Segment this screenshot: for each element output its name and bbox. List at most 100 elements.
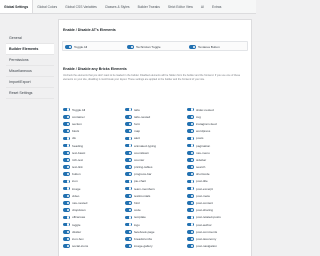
element-toggle-item[interactable]: form [125, 120, 187, 127]
element-toggle-item[interactable]: post-content [187, 199, 249, 206]
toggle-switch[interactable] [187, 122, 194, 126]
tab-classes-styles[interactable]: Classes & Styles [101, 0, 134, 13]
toggle-switch[interactable] [63, 194, 70, 198]
toggle-switch[interactable] [63, 208, 70, 213]
element-toggle-item[interactable]: svg [187, 113, 249, 120]
element-toggle-item[interactable]: video [63, 192, 125, 199]
tab-ai[interactable]: AI [197, 0, 208, 13]
toggle-switch[interactable] [63, 129, 70, 133]
toggle-switch[interactable] [63, 143, 70, 148]
element-toggle-item[interactable]: post-navigation [187, 243, 249, 250]
toggle-switch[interactable] [63, 201, 70, 205]
element-toggle-item[interactable]: dropdown [63, 207, 125, 214]
toggle-switch[interactable] [125, 201, 132, 205]
toggle-switch[interactable] [125, 129, 132, 133]
element-toggle-item[interactable]: toggle [63, 221, 125, 228]
toggle-switch[interactable] [187, 172, 194, 177]
sidebar-item-builder-elements[interactable]: Builder Elements [6, 44, 54, 55]
element-toggle-item[interactable]: instagram-feed [187, 120, 249, 127]
sidebar-item-permissions[interactable]: Permissions [6, 55, 54, 66]
toggle-switch[interactable] [63, 222, 70, 227]
element-toggle-item[interactable]: team-members [125, 185, 187, 192]
toggle-switch[interactable] [63, 165, 70, 169]
tab-strict-editor-view[interactable]: Strict Editor View [164, 0, 197, 13]
toggle-switch[interactable] [125, 172, 132, 177]
element-toggle-item[interactable]: post-meta [187, 192, 249, 199]
element-toggle-item[interactable]: pricing-tables [125, 164, 187, 171]
toggle-switch[interactable] [187, 114, 194, 119]
element-toggle-item[interactable]: post-related-posts [187, 214, 249, 221]
element-toggle-item[interactable]: section [63, 120, 125, 127]
toggle-switch[interactable] [187, 237, 194, 241]
tab-extras[interactable]: Extras [208, 0, 225, 13]
element-toggle-item[interactable]: map [125, 128, 187, 135]
element-toggle-item[interactable]: alert [125, 135, 187, 142]
toggle-switch[interactable] [187, 136, 194, 141]
toggle-item[interactable]: Toggle All [65, 42, 87, 52]
element-toggle-item[interactable]: container [63, 113, 125, 120]
tab-global-colors[interactable]: Global Colors [33, 0, 61, 13]
toggle-switch[interactable] [63, 186, 70, 191]
element-toggle-item[interactable]: post-excerpt [187, 185, 249, 192]
toggle-switch[interactable] [125, 194, 132, 198]
element-toggle-item[interactable]: divider [63, 228, 125, 235]
tab-global-css-variables[interactable]: Global CSS Variables [61, 0, 101, 13]
toggle-switch[interactable] [187, 129, 194, 133]
toggle-switch[interactable] [187, 222, 194, 227]
toggle-switch[interactable] [187, 158, 194, 162]
element-toggle-item[interactable]: pie-chart [125, 178, 187, 185]
element-toggle-item[interactable]: progress-bar [125, 171, 187, 178]
toggle-switch[interactable] [187, 215, 194, 220]
element-toggle-item[interactable]: image-gallery [125, 243, 187, 250]
element-toggle-item[interactable]: offcanvas [63, 214, 125, 221]
element-toggle-item[interactable]: sidebar [187, 156, 249, 163]
toggle-switch[interactable] [125, 244, 132, 248]
element-toggle-item[interactable]: testimonials [125, 192, 187, 199]
element-toggle-item[interactable]: nav-nested [63, 199, 125, 206]
toggle-switch[interactable] [125, 237, 132, 241]
toggle-switch[interactable] [189, 45, 196, 49]
element-toggle-item[interactable]: button [63, 171, 125, 178]
element-toggle-item[interactable]: icon-box [63, 235, 125, 242]
toggle-switch[interactable] [125, 208, 132, 213]
element-toggle-item[interactable]: shortcode [187, 171, 249, 178]
toggle-switch[interactable] [125, 222, 132, 227]
toggle-switch[interactable] [125, 229, 132, 234]
sidebar-item-general[interactable]: General [6, 33, 54, 44]
element-toggle-item[interactable]: post-author [187, 221, 249, 228]
toggle-switch[interactable] [187, 194, 194, 198]
element-toggle-item[interactable]: icon [63, 178, 125, 185]
element-toggle-item[interactable]: post-title [187, 178, 249, 185]
element-toggle-item[interactable]: block [63, 128, 125, 135]
toggle-switch[interactable] [63, 107, 70, 112]
element-toggle-item[interactable]: countdown [125, 149, 187, 156]
sidebar-item-miscellaneous[interactable]: Miscellaneous [6, 66, 54, 77]
element-toggle-item[interactable]: Toggle All [63, 106, 125, 113]
element-toggle-item[interactable]: code [125, 207, 187, 214]
sidebar-item-reset-settings[interactable]: Reset Settings [6, 88, 54, 99]
tab-builder-tweaks[interactable]: Builder Tweaks [134, 0, 164, 13]
toggle-switch[interactable] [125, 136, 132, 141]
toggle-switch[interactable] [187, 179, 194, 184]
element-toggle-item[interactable]: social-icons [63, 243, 125, 250]
element-toggle-item[interactable]: nav-menu [187, 149, 249, 156]
sidebar-item-import-export[interactable]: Import/Export [6, 77, 54, 88]
element-toggle-item[interactable]: search [187, 164, 249, 171]
toggle-switch[interactable] [63, 158, 70, 162]
element-toggle-item[interactable]: div [63, 135, 125, 142]
element-toggle-item[interactable]: logo [125, 221, 187, 228]
toggle-switch[interactable] [125, 107, 132, 112]
element-toggle-item[interactable]: post-comments [187, 228, 249, 235]
element-toggle-item[interactable]: counter [125, 156, 187, 163]
toggle-switch[interactable] [187, 208, 194, 213]
element-toggle-item[interactable]: template [125, 214, 187, 221]
toggle-switch[interactable] [125, 114, 132, 119]
element-toggle-item[interactable]: animated-typing [125, 142, 187, 149]
toggle-switch[interactable] [187, 186, 194, 191]
toggle-switch[interactable] [125, 215, 132, 220]
toggle-switch[interactable] [63, 150, 70, 155]
toggle-item[interactable]: Textarea Button [189, 42, 220, 52]
toggle-switch[interactable] [125, 165, 132, 169]
element-toggle-item[interactable]: image [63, 185, 125, 192]
element-toggle-item[interactable]: text-link [63, 164, 125, 171]
